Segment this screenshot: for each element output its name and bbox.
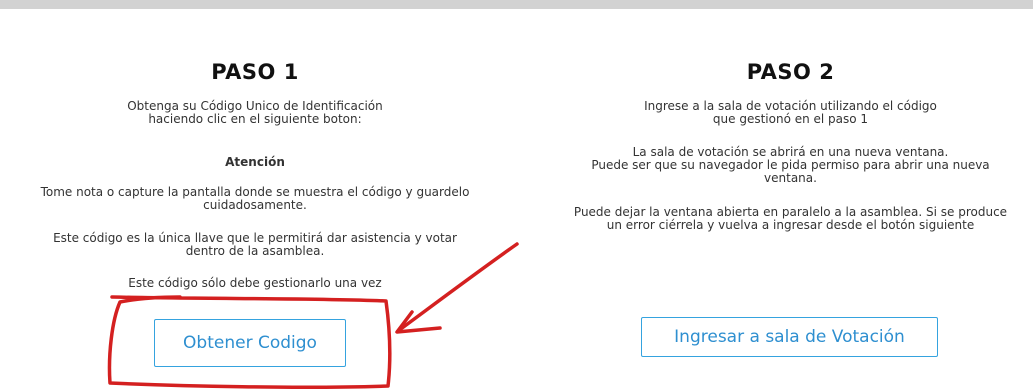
- step2-intro-line2: que gestionó en el paso 1: [712, 112, 869, 126]
- step1-note-line2: cuidadosamente.: [203, 198, 307, 212]
- obtener-codigo-button[interactable]: Obtener Codigo: [154, 319, 346, 367]
- step2-parallel-line2: un error ciérrela y vuelva a ingresar de…: [606, 218, 975, 232]
- step2-window-line3: ventana.: [764, 171, 817, 185]
- step1-attention-heading: Atención: [225, 155, 285, 169]
- top-bar: [0, 0, 1033, 9]
- step2-title: PASO 2: [746, 60, 835, 84]
- annotation-arrow-head: [395, 310, 442, 334]
- step1-title: PASO 1: [211, 60, 299, 84]
- step1-intro-line2: haciendo clic en el siguiente boton:: [148, 112, 362, 126]
- step1-key-line2: dentro de la asamblea.: [185, 244, 325, 258]
- ingresar-sala-votacion-button[interactable]: Ingresar a sala de Votación: [641, 317, 938, 357]
- step1-once-note: Este código sólo debe gestionarlo una ve…: [128, 276, 382, 290]
